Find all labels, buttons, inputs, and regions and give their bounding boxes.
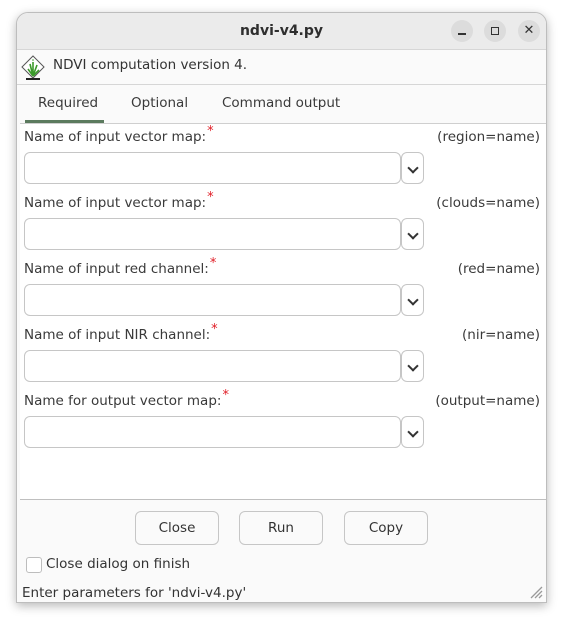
chevron-down-icon — [407, 162, 419, 174]
field-clouds: Name of input vector map:* (clouds=name) — [20, 190, 546, 256]
close-on-finish-checkbox[interactable] — [26, 557, 42, 573]
field-param: (nir=name) — [462, 327, 540, 343]
output-input[interactable] — [24, 416, 401, 448]
close-on-finish-label[interactable]: Close dialog on finish — [46, 556, 190, 572]
region-dropdown-button[interactable] — [401, 152, 424, 184]
close-button[interactable]: Close — [135, 511, 219, 545]
field-label-text: Name of input red channel: — [24, 261, 209, 277]
status-bar-text: Enter parameters for 'ndvi-v4.py' — [22, 585, 247, 601]
field-param: (output=name) — [435, 393, 540, 409]
required-marker: * — [207, 190, 214, 205]
field-output: Name for output vector map:* (output=nam… — [20, 388, 546, 454]
tab-optional[interactable]: Optional — [131, 95, 188, 111]
field-nir: Name of input NIR channel:* (nir=name) — [20, 322, 546, 388]
tab-bar: Required Optional Command output — [17, 85, 546, 123]
maximize-icon — [490, 26, 499, 35]
maximize-button[interactable] — [484, 20, 506, 42]
field-label: Name of input red channel:* — [24, 256, 216, 277]
field-label-text: Name of input vector map: — [24, 195, 207, 211]
chevron-down-icon — [407, 294, 419, 306]
copy-button[interactable]: Copy — [344, 511, 428, 545]
minimize-icon — [458, 33, 466, 35]
title-bar[interactable]: ndvi-v4.py ✕ — [17, 13, 546, 50]
close-icon: ✕ — [523, 23, 535, 38]
nir-input[interactable] — [24, 350, 401, 382]
minimize-button[interactable] — [451, 20, 473, 42]
required-marker: * — [222, 388, 229, 403]
tab-required[interactable]: Required — [38, 95, 98, 111]
red-input[interactable] — [24, 284, 401, 316]
field-label: Name of input vector map:* — [24, 124, 214, 145]
chevron-down-icon — [407, 426, 419, 438]
close-window-button[interactable]: ✕ — [518, 20, 540, 42]
field-label-text: Name for output vector map: — [24, 393, 222, 409]
clouds-dropdown-button[interactable] — [401, 218, 424, 250]
field-label: Name of input NIR channel:* — [24, 322, 218, 343]
red-dropdown-button[interactable] — [401, 284, 424, 316]
field-label-text: Name of input vector map: — [24, 129, 207, 145]
output-dropdown-button[interactable] — [401, 416, 424, 448]
required-panel: Name of input vector map:* (region=name)… — [20, 123, 546, 500]
field-label-text: Name of input NIR channel: — [24, 327, 211, 343]
field-param: (red=name) — [457, 261, 540, 277]
run-button[interactable]: Run — [239, 511, 323, 545]
chevron-down-icon — [407, 228, 419, 240]
nir-dropdown-button[interactable] — [401, 350, 424, 382]
region-input[interactable] — [24, 152, 401, 184]
field-label: Name of input vector map:* — [24, 190, 214, 211]
module-header: NDVI computation version 4. — [17, 50, 546, 85]
dialog-window: ndvi-v4.py ✕ NDVI computation version 4.… — [16, 12, 547, 603]
field-region: Name of input vector map:* (region=name) — [20, 124, 546, 190]
field-label: Name for output vector map:* — [24, 388, 229, 409]
required-marker: * — [211, 322, 218, 337]
chevron-down-icon — [407, 360, 419, 372]
field-red: Name of input red channel:* (red=name) — [20, 256, 546, 322]
field-param: (region=name) — [437, 129, 540, 145]
clouds-input[interactable] — [24, 218, 401, 250]
field-param: (clouds=name) — [436, 195, 540, 211]
resize-grip-icon[interactable] — [527, 583, 543, 599]
required-marker: * — [209, 256, 217, 271]
grass-gis-icon — [21, 55, 45, 80]
required-marker: * — [207, 124, 214, 139]
tab-command-output[interactable]: Command output — [222, 95, 340, 111]
module-description: NDVI computation version 4. — [53, 57, 248, 73]
